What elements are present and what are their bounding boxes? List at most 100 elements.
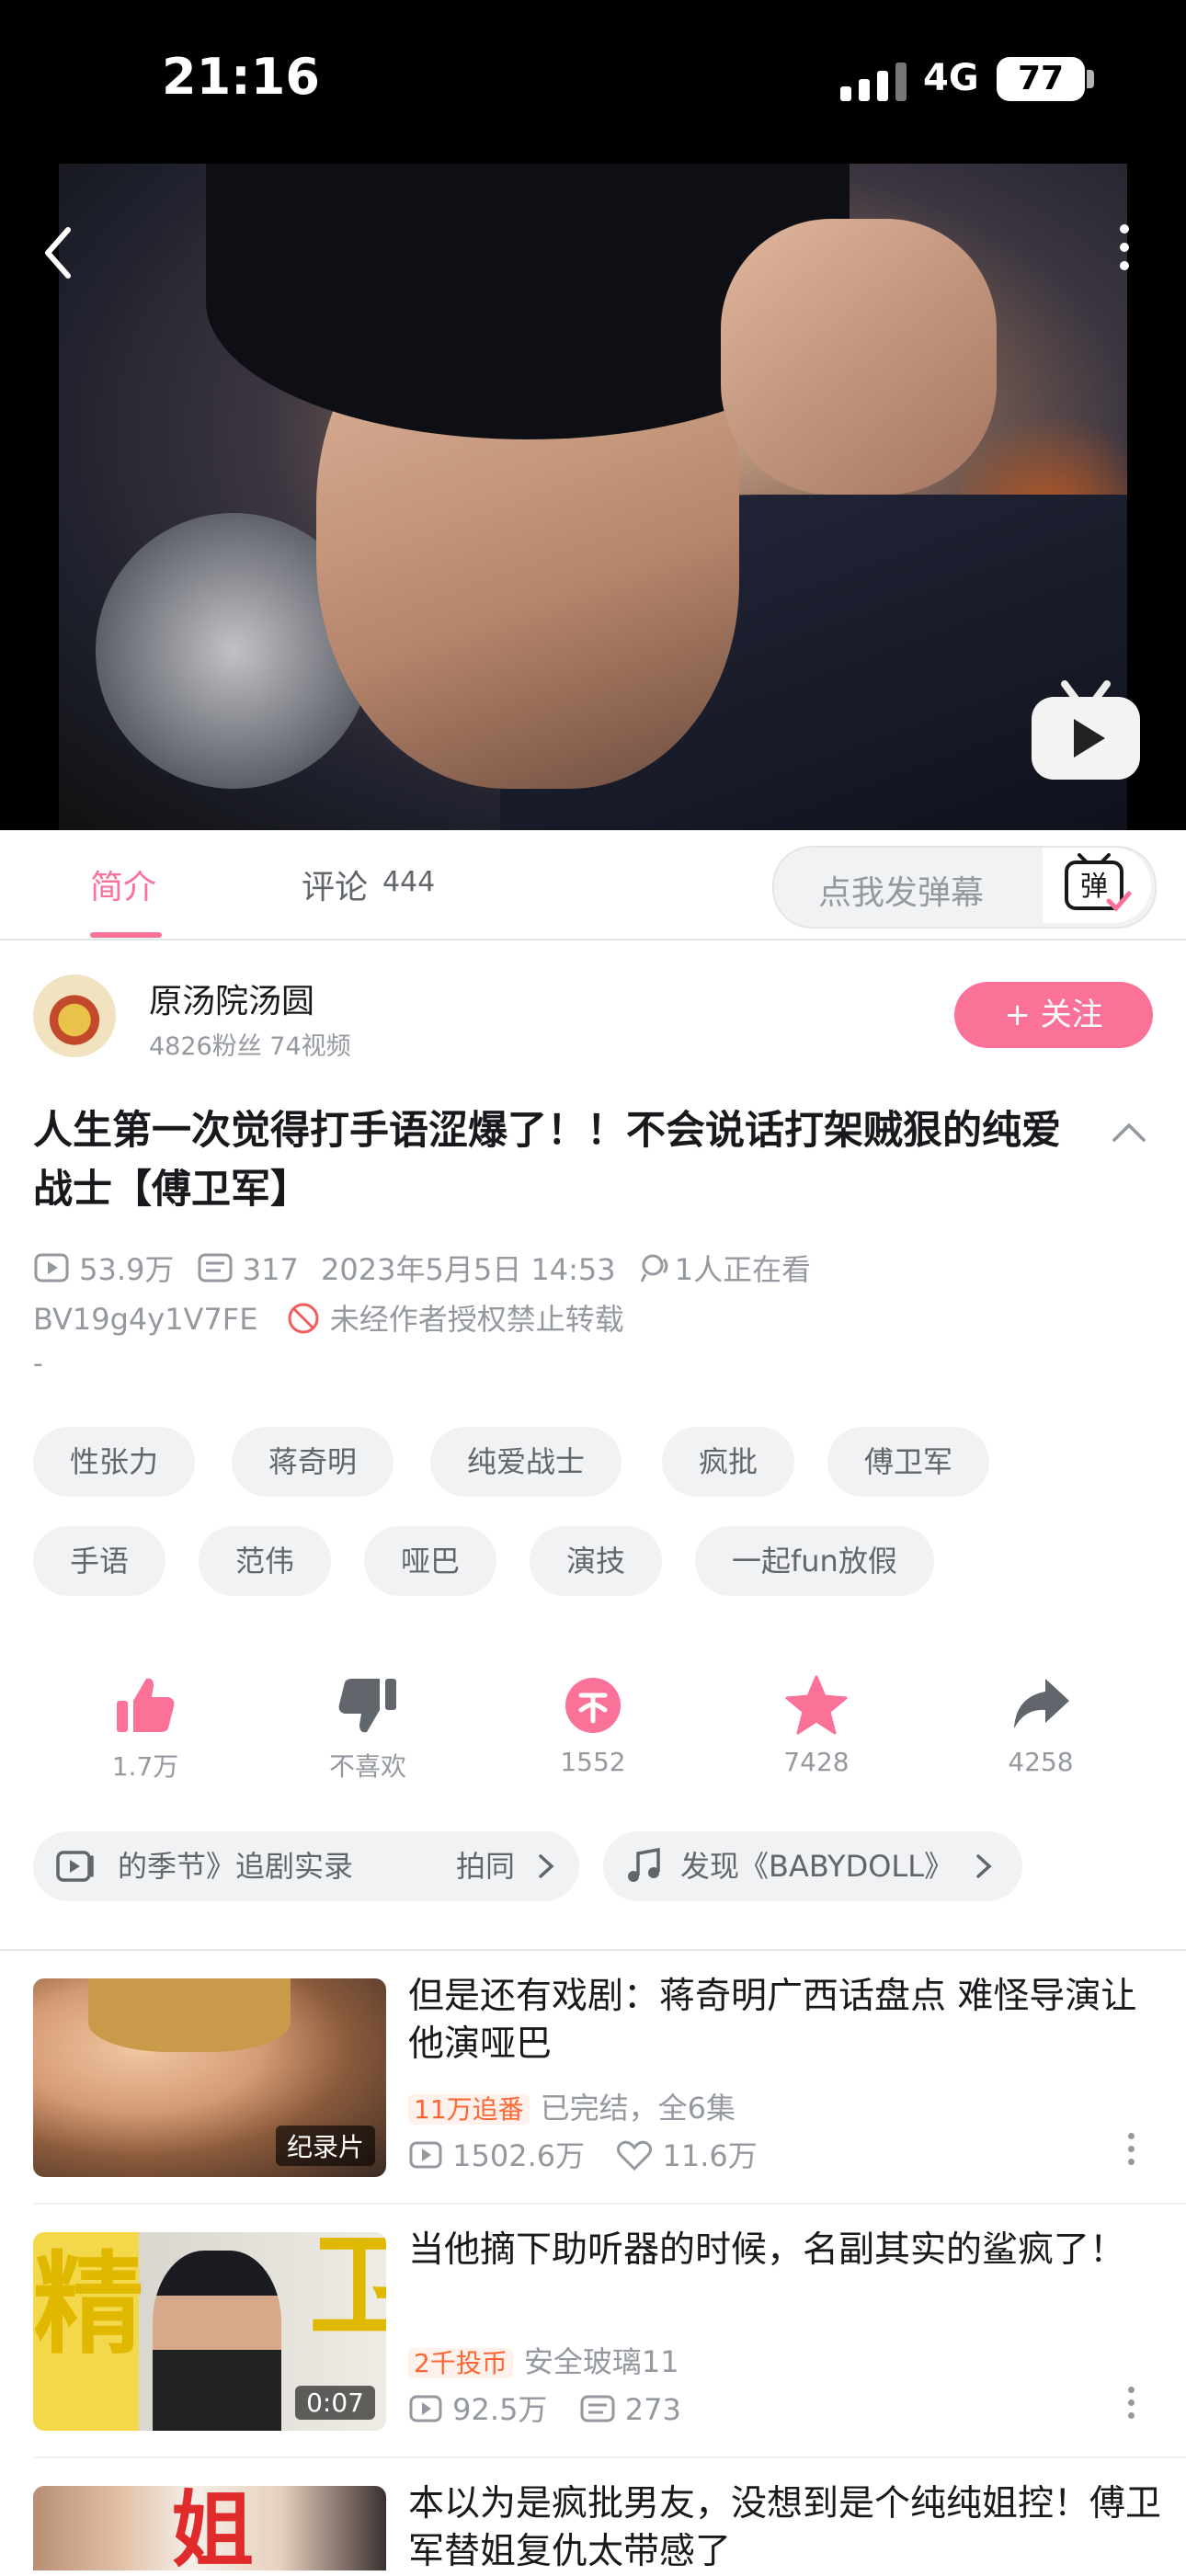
- view-count: 53.9万: [79, 1252, 175, 1287]
- tab-comments[interactable]: 评论: [302, 861, 368, 908]
- tag-chip[interactable]: 范伟: [199, 1526, 332, 1596]
- uploader-name[interactable]: 原汤院汤圆: [149, 975, 314, 1022]
- recommendation-card[interactable]: 精 卫 0:07 当他摘下助听器的时候，名副其实的鲨疯了！ 2千投币 安全玻璃11…: [33, 2229, 1186, 2458]
- watching-count: 1人正在看: [674, 1252, 812, 1287]
- play-count-icon: [34, 1253, 69, 1282]
- tag-chip[interactable]: 纯爱战士: [430, 1427, 622, 1497]
- favorite-count: 7428: [783, 1747, 850, 1777]
- like-button[interactable]: 1.7万: [63, 1673, 228, 1784]
- status-time: 21:16: [162, 48, 320, 106]
- video-id-row: BV19g4y1V7FE 未经作者授权禁止转载: [33, 1296, 624, 1339]
- danmaku-placeholder: 点我发弹幕: [818, 874, 985, 912]
- section-divider: [0, 1949, 1186, 1951]
- recommendation-stats: 92.5万 273: [408, 2387, 681, 2429]
- music-note-icon: [628, 1848, 660, 1882]
- play-count-icon: [409, 2141, 442, 2169]
- recommendation-info-text: 已完结，全6集: [540, 2091, 736, 2126]
- card-more-icon[interactable]: [1125, 2387, 1136, 2423]
- coin-icon: [565, 1678, 621, 1733]
- recommendation-info: 2千投币 安全玻璃11: [408, 2339, 679, 2381]
- recommendation-views: 92.5万: [452, 2392, 548, 2427]
- battery-indicator: 77: [997, 57, 1085, 101]
- dislike-button[interactable]: 不喜欢: [285, 1673, 450, 1784]
- related-shoot-text: 拍同: [456, 1849, 516, 1884]
- tag-chip[interactable]: 一起fun放假: [695, 1526, 934, 1596]
- card-divider: [33, 2203, 1186, 2205]
- video-meta-row: 53.9万 317 2023年5月5日 14:53 1人正在看: [33, 1247, 824, 1289]
- uploader-avatar[interactable]: [33, 975, 116, 1057]
- tag-chip[interactable]: 疯批: [662, 1427, 795, 1497]
- star-icon: [785, 1675, 848, 1735]
- chevron-up-icon[interactable]: [1111, 1118, 1147, 1146]
- video-thumbnail[interactable]: 精 卫 0:07: [33, 2232, 386, 2431]
- recommendation-likes: 11.6万: [662, 2138, 758, 2173]
- card-more-icon[interactable]: [1125, 2133, 1136, 2170]
- thumbs-up-icon: [117, 1678, 175, 1732]
- recommendation-info: 11万追番 已完结，全6集: [408, 2085, 736, 2127]
- video-frame[interactable]: [59, 164, 1127, 830]
- danmaku-count-icon: [580, 2395, 615, 2422]
- copyright-note: 未经作者授权禁止转载: [329, 1302, 624, 1337]
- recommendation-author[interactable]: 安全玻璃11: [524, 2344, 679, 2379]
- uploader-stats: 4826粉丝 74视频: [149, 1032, 351, 1061]
- share-button[interactable]: 4258: [958, 1673, 1123, 1777]
- like-count: 1.7万: [111, 1751, 179, 1782]
- bvid[interactable]: BV19g4y1V7FE: [33, 1302, 257, 1337]
- share-arrow-icon: [1014, 1679, 1069, 1728]
- coin-button[interactable]: 1552: [510, 1673, 676, 1777]
- watching-icon: [640, 1254, 668, 1282]
- more-options-icon[interactable]: [1111, 224, 1138, 283]
- related-music-pill[interactable]: 发现《BABYDOLL》: [603, 1831, 1022, 1901]
- no-repost-icon: [288, 1303, 319, 1334]
- tag-chip[interactable]: 傅卫军: [827, 1427, 990, 1497]
- recommendation-stats: 1502.6万 11.6万: [408, 2133, 758, 2175]
- play-tv-icon[interactable]: [1030, 678, 1142, 783]
- danmaku-count: 317: [242, 1252, 299, 1287]
- recommendation-title: 本以为是疯批男友，没想到是个纯纯姐控！傅卫军替姐复仇太带感了: [408, 2483, 1162, 2572]
- thumbnail-badge: 0:07: [295, 2386, 375, 2420]
- danmaku-count-icon: [198, 1253, 233, 1282]
- favorite-button[interactable]: 7428: [734, 1673, 899, 1777]
- video-thumbnail[interactable]: 姐: [33, 2486, 386, 2570]
- recommendation-title: 当他摘下助听器的时候，名副其实的鲨疯了！: [408, 2229, 1126, 2271]
- thumbs-down-icon: [338, 1679, 396, 1733]
- recommendation-danmaku: 273: [624, 2392, 681, 2427]
- video-thumbnail[interactable]: 纪录片: [33, 1978, 386, 2177]
- thumbnail-badge: 纪录片: [275, 2126, 375, 2166]
- comments-count: 444: [382, 866, 436, 898]
- recommendation-card[interactable]: 纪录片 但是还有戏剧：蒋奇明广西话盘点 难怪导演让他演哑巴 11万追番 已完结，全…: [33, 1976, 1186, 2205]
- highlight-badge: 2千投币: [408, 2348, 513, 2378]
- tag-chip[interactable]: 性张力: [33, 1427, 196, 1497]
- tag-chip[interactable]: 蒋奇明: [232, 1427, 394, 1497]
- signal-icon: [840, 63, 907, 101]
- battery-cap-icon: [1087, 70, 1094, 88]
- video-description: -: [33, 1348, 43, 1380]
- related-playlist-text: 的季节》追剧实录: [118, 1849, 354, 1884]
- publish-date: 2023年5月5日 14:53: [321, 1252, 616, 1287]
- recommendation-views: 1502.6万: [452, 2138, 586, 2173]
- recommendation-title: 但是还有戏剧：蒋奇明广西话盘点 难怪导演让他演哑巴: [408, 1976, 1137, 2065]
- card-divider: [33, 2456, 1186, 2458]
- tab-intro[interactable]: 简介: [90, 861, 156, 908]
- tag-chip[interactable]: 哑巴: [364, 1526, 497, 1596]
- video-playlist-icon: [56, 1851, 94, 1882]
- danmaku-button-label: 弹: [1080, 871, 1108, 903]
- tag-chip[interactable]: 手语: [33, 1526, 166, 1596]
- follow-button[interactable]: + 关注: [954, 982, 1153, 1048]
- coin-count: 1552: [560, 1747, 626, 1777]
- related-music-text: 发现《BABYDOLL》: [680, 1849, 954, 1884]
- danmaku-icon: 弹: [1065, 853, 1132, 912]
- highlight-badge: 11万追番: [408, 2094, 530, 2125]
- back-arrow-icon[interactable]: [37, 221, 83, 285]
- chevron-right-icon: [539, 1854, 554, 1878]
- video-title: 人生第一次觉得打手语涩爆了！！不会说话打架贼狠的纯爱战士【傅卫军】: [33, 1108, 1061, 1213]
- tab-active-indicator: [90, 932, 162, 938]
- tag-chip[interactable]: 演技: [530, 1526, 663, 1596]
- dislike-label: 不喜欢: [328, 1751, 406, 1782]
- recommendation-card[interactable]: 姐 本以为是疯批男友，没想到是个纯纯姐控！傅卫军替姐复仇太带感了: [33, 2483, 1161, 2572]
- network-label: 4G: [923, 57, 979, 99]
- play-count-icon: [409, 2395, 442, 2422]
- danmaku-toggle-button[interactable]: 弹: [1043, 848, 1151, 923]
- share-count: 4258: [1008, 1747, 1074, 1777]
- related-playlist-pill[interactable]: 的季节》追剧实录 拍同: [33, 1831, 579, 1901]
